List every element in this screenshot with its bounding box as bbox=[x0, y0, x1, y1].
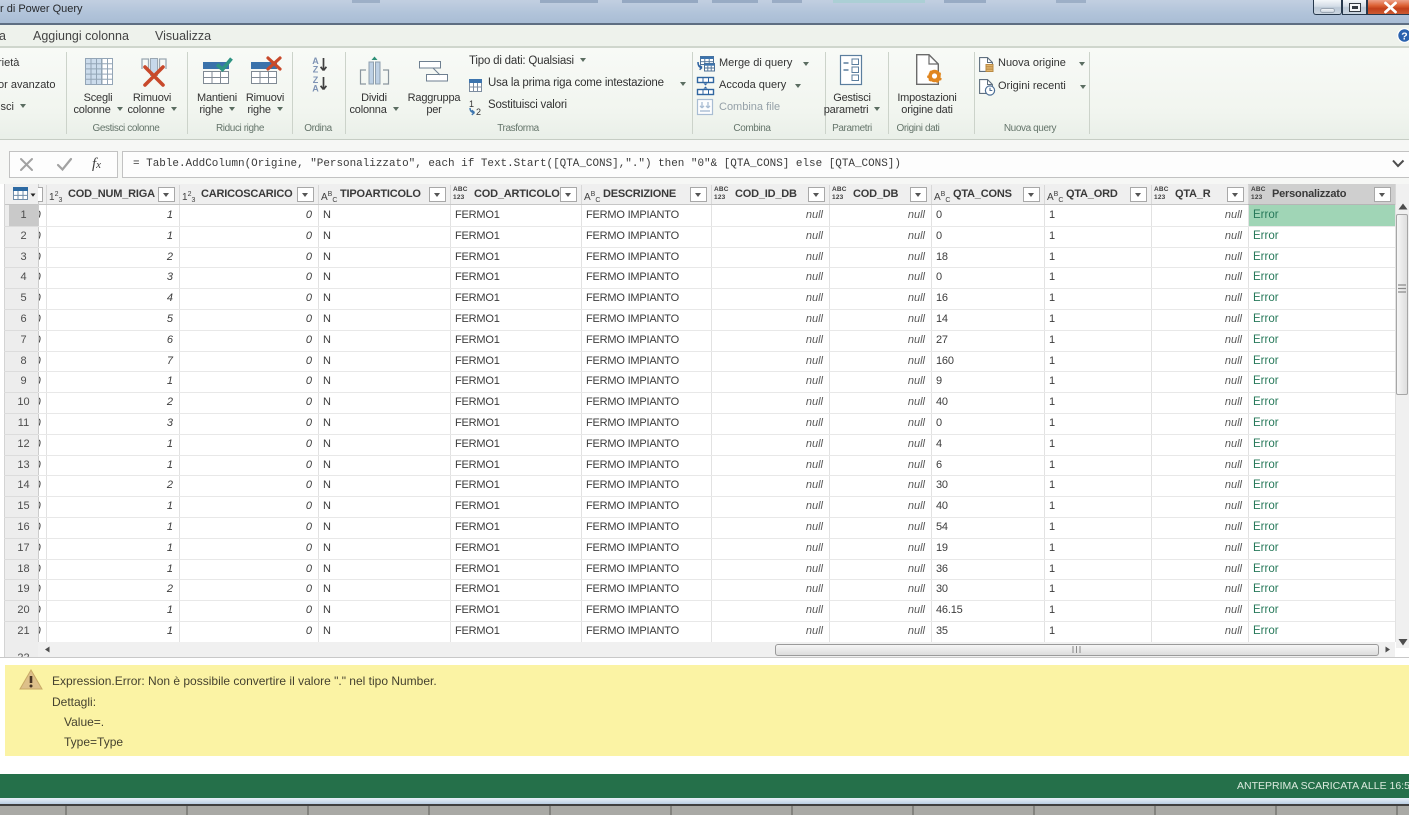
svg-text:1: 1 bbox=[469, 99, 474, 109]
svg-text:?: ? bbox=[1401, 30, 1407, 42]
svg-text:A: A bbox=[312, 84, 319, 94]
svg-text:Z: Z bbox=[313, 65, 319, 75]
svg-text:2: 2 bbox=[476, 107, 481, 117]
